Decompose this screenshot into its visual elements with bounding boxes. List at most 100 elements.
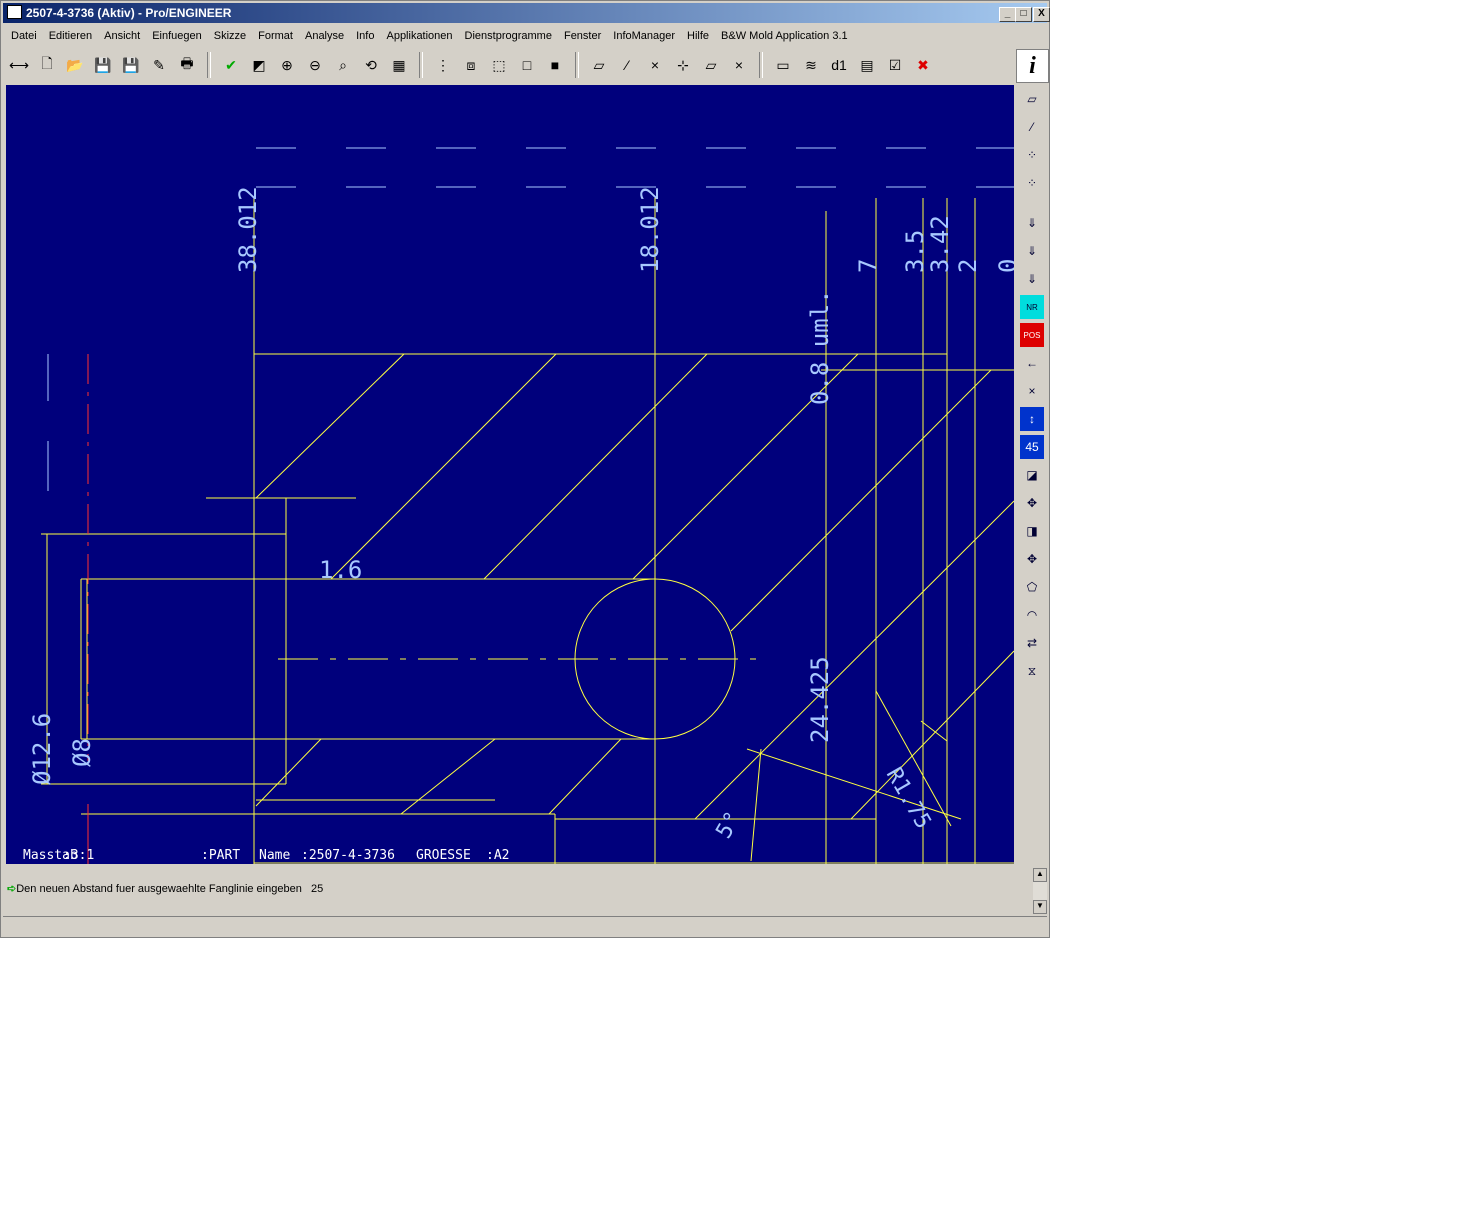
message-scrollbar[interactable]: ▲ ▼ (1033, 868, 1047, 914)
drawing-svg: 38.012 18.012 7 3.53.4220 0.8 uml. 1.6 Ø12.6 Ø8… (23, 147, 1014, 864)
dim-5-deg[interactable]: 5° (712, 808, 747, 843)
dimension-switch-icon[interactable]: d1 (826, 53, 852, 77)
dim-dia-12-6[interactable]: Ø12.6 (28, 713, 56, 785)
menu-b-w-mold-application-3-1[interactable]: B&W Mold Application 3.1 (715, 26, 854, 46)
mold-m6-icon[interactable]: ⇓ (1020, 267, 1044, 291)
scroll-up[interactable]: ▲ (1033, 868, 1047, 882)
menu-skizze[interactable]: Skizze (208, 26, 252, 46)
menu-datei[interactable]: Datei (5, 26, 43, 46)
table-icon[interactable]: ▤ (854, 53, 880, 77)
dim-dia-8[interactable]: Ø8 (68, 738, 96, 767)
mold-icon[interactable]: ⇓ (1020, 211, 1044, 235)
point-blue-icon[interactable]: ✥ (1020, 547, 1044, 571)
menu-hilfe[interactable]: Hilfe (681, 26, 715, 46)
check-icon[interactable]: ✔ (218, 53, 244, 77)
drawing-canvas[interactable]: 38.012 18.012 7 3.53.4220 0.8 uml. 1.6 Ø12.6 Ø8… (6, 85, 1014, 864)
point-red-icon[interactable]: ✥ (1020, 491, 1044, 515)
pos-label-icon[interactable]: POS (1020, 323, 1044, 347)
orient-icon[interactable]: ⟲ (358, 53, 384, 77)
mirror-icon[interactable]: ⧖ (1020, 659, 1044, 683)
title-block-name[interactable]: :2507-4-3736 (301, 848, 395, 863)
arrow-left-icon[interactable]: ← (1020, 351, 1044, 375)
new-icon[interactable]: 🗋 (34, 53, 60, 77)
datum-axes-icon[interactable]: ⁄ (614, 53, 640, 77)
scroll-track[interactable] (1033, 882, 1047, 900)
print-icon[interactable]: 🖶 (174, 53, 200, 77)
dim-24-425[interactable]: 24.425 (806, 656, 834, 743)
sketch-plane-icon[interactable]: ▱ (1020, 87, 1044, 111)
round-icon[interactable]: ◠ (1020, 603, 1044, 627)
dim-0-8-uml[interactable]: 0.8 uml. (806, 289, 834, 405)
dim-1-6[interactable]: 1.6 (319, 556, 362, 584)
plane-tags-icon[interactable]: ▱ (698, 53, 724, 77)
dim-0[interactable]: 0 (994, 259, 1014, 273)
proengineer-window: 2507-4-3736 (Aktiv) - Pro/ENGINEER _ □ X… (0, 0, 1050, 938)
maximize-button[interactable]: □ (1015, 7, 1032, 22)
close-window-icon[interactable]: ✖ (910, 53, 936, 77)
datum-planes-icon[interactable]: ▱ (586, 53, 612, 77)
erase-icon[interactable]: ✎ (146, 53, 172, 77)
delete-icon[interactable]: × (1020, 379, 1044, 403)
info-logo[interactable]: i (1016, 49, 1049, 83)
scroll-down[interactable]: ▼ (1033, 900, 1047, 914)
ruler-icon[interactable]: ⟷ (6, 53, 32, 77)
title-block-size-label[interactable]: GROESSE (416, 848, 471, 863)
title-block-scale[interactable]: :3:1 (63, 848, 94, 863)
dim-18-012[interactable]: 18.012 (636, 186, 664, 273)
activate-window-icon[interactable]: ☑ (882, 53, 908, 77)
menu-format[interactable]: Format (252, 26, 299, 46)
dim-3-42[interactable]: 3.42 (926, 215, 954, 273)
message-text: Den neuen Abstand fuer ausgewaehlte Fang… (16, 883, 302, 895)
menu-dienstprogramme[interactable]: Dienstprogramme (459, 26, 558, 46)
window-title: 2507-4-3736 (Aktiv) - Pro/ENGINEER (26, 6, 232, 20)
dim-38-012[interactable]: 38.012 (234, 186, 262, 273)
redraw-icon[interactable]: ◩ (246, 53, 272, 77)
zoom-in-icon[interactable]: ⊕ (274, 53, 300, 77)
dim-r1-75[interactable]: R1.75 (881, 764, 936, 834)
minimize-button[interactable]: _ (999, 7, 1016, 22)
point-tags-icon[interactable]: × (726, 53, 752, 77)
dim-3-5[interactable]: 3.5 (901, 230, 929, 273)
hidden-line-icon[interactable]: ⬚ (486, 53, 512, 77)
title-block-name-label[interactable]: Name (259, 848, 290, 863)
nr-label-icon[interactable]: NR (1020, 295, 1044, 319)
menu-ansicht[interactable]: Ansicht (98, 26, 146, 46)
saved-views-icon[interactable]: ▦ (386, 53, 412, 77)
flip-icon[interactable]: ⇄ (1020, 631, 1044, 655)
shaded-icon[interactable]: ■ (542, 53, 568, 77)
menu-infomanager[interactable]: InfoManager (607, 26, 681, 46)
dim-n-icon[interactable]: ↕ (1020, 407, 1044, 431)
line-icon[interactable]: ⁄ (1020, 115, 1044, 139)
title-block-size[interactable]: :A2 (486, 848, 509, 863)
mold-m8-icon[interactable]: ⇓ (1020, 239, 1044, 263)
wireframe-icon[interactable]: ⧈ (458, 53, 484, 77)
menu-fenster[interactable]: Fenster (558, 26, 607, 46)
coordinates-icon[interactable]: ⁘ (1020, 171, 1044, 195)
menu-analyse[interactable]: Analyse (299, 26, 350, 46)
extrude-icon[interactable]: ◨ (1020, 519, 1044, 543)
open-icon[interactable]: 📂 (62, 53, 88, 77)
layers-icon[interactable]: ≋ (798, 53, 824, 77)
save-icon[interactable]: 💾 (90, 53, 116, 77)
coord-sys-icon[interactable]: ⊹ (670, 53, 696, 77)
dim-2[interactable]: 2 (954, 259, 982, 273)
solid-icon[interactable]: ⬠ (1020, 575, 1044, 599)
menu-info[interactable]: Info (350, 26, 380, 46)
close-button[interactable]: X (1033, 7, 1050, 22)
dim-45-icon[interactable]: 45 (1020, 435, 1044, 459)
points-icon[interactable]: ⁘ (1020, 143, 1044, 167)
menu-applikationen[interactable]: Applikationen (380, 26, 458, 46)
cut-icon[interactable]: ◪ (1020, 463, 1044, 487)
save-copy-icon[interactable]: 💾 (118, 53, 144, 77)
no-hidden-icon[interactable]: □ (514, 53, 540, 77)
refit-icon[interactable]: ⌕ (330, 53, 356, 77)
datum-points-icon[interactable]: × (642, 53, 668, 77)
drawing-line (330, 353, 557, 580)
menu-einfuegen[interactable]: Einfuegen (146, 26, 208, 46)
window-icon[interactable]: ▭ (770, 53, 796, 77)
menu-editieren[interactable]: Editieren (43, 26, 98, 46)
zoom-out-icon[interactable]: ⊖ (302, 53, 328, 77)
dim-7[interactable]: 7 (854, 259, 882, 273)
title-block-type[interactable]: :PART (201, 848, 240, 863)
tree-icon[interactable]: ⋮ (430, 53, 456, 77)
